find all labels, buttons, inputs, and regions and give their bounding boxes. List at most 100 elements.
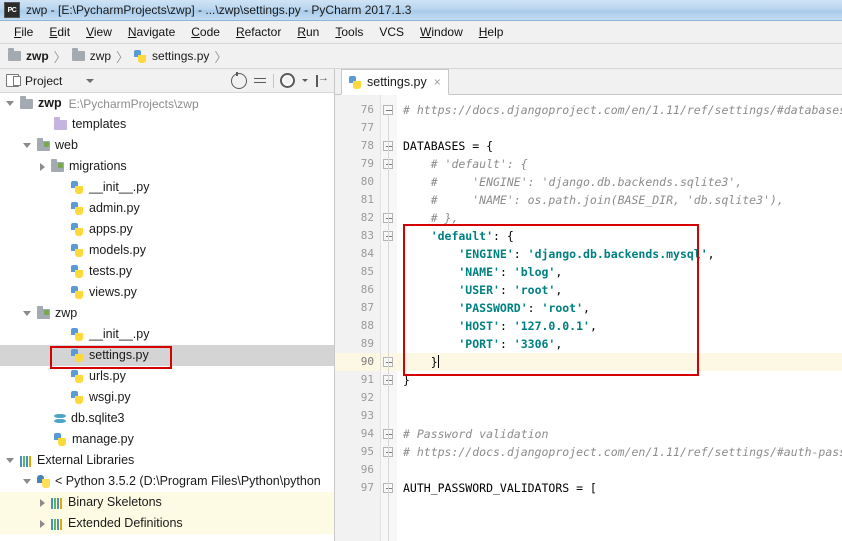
chevron-down-icon[interactable]: [6, 458, 14, 463]
menu-item-vcs[interactable]: VCS: [371, 23, 412, 41]
tree-item-label: admin.py: [89, 201, 140, 216]
menu-label: ools: [341, 25, 364, 39]
code-token: # Password validation: [403, 427, 549, 441]
python-file-icon: [349, 75, 362, 89]
tree-item-settings.py[interactable]: settings.py: [0, 345, 334, 366]
breadcrumb-item-zwp[interactable]: zwp: [8, 48, 49, 63]
tree-item-external-libraries[interactable]: External Libraries: [0, 450, 334, 471]
tree-item-db.sqlite3[interactable]: db.sqlite3: [0, 408, 334, 429]
editor-tab-settings-py[interactable]: settings.py ×: [341, 69, 449, 95]
chevron-right-icon[interactable]: [40, 162, 45, 171]
tree-item-zwp[interactable]: zwp E:\PycharmProjects\zwp: [0, 93, 334, 114]
fold-minus-icon[interactable]: [383, 213, 393, 223]
code-token: :: [499, 337, 514, 351]
tree-item-views.py[interactable]: views.py: [0, 282, 334, 303]
tree-item-label: web: [55, 138, 78, 153]
menu-item-refactor[interactable]: Refactor: [228, 23, 289, 41]
menu-item-edit[interactable]: Edit: [41, 23, 78, 41]
tree-item-icon: [54, 116, 67, 130]
menu-item-view[interactable]: View: [78, 23, 120, 41]
menu-item-run[interactable]: Run: [289, 23, 327, 41]
tree-arrow-placeholder: [57, 206, 65, 211]
tree-item-__init__.py[interactable]: __init__.py: [0, 324, 334, 345]
code-folding-strip[interactable]: [381, 95, 397, 541]
chevron-down-icon[interactable]: [86, 78, 95, 83]
tree-item-icon: [54, 413, 66, 425]
fold-minus-icon[interactable]: [383, 141, 393, 151]
code-editor[interactable]: 76 77 78 79 80 81 82 83 84 85 86 87 88 89 90 91 92 93 94 95…: [335, 95, 842, 541]
breadcrumb-label: settings.py: [152, 49, 210, 63]
chevron-down-icon[interactable]: [23, 479, 31, 484]
fold-minus-icon[interactable]: [383, 429, 393, 439]
menu-label: iew: [93, 25, 112, 39]
tree-item-path: E:\PycharmProjects\zwp: [68, 96, 199, 111]
project-view-icon[interactable]: [6, 74, 21, 87]
breadcrumb-item-zwp[interactable]: zwp: [71, 48, 111, 63]
tree-item-wsgi.py[interactable]: wsgi.py: [0, 387, 334, 408]
fold-row: [381, 281, 397, 299]
menu-item-navigate[interactable]: Navigate: [120, 23, 183, 41]
menu-item-code[interactable]: Code: [183, 23, 228, 41]
gear-chevron-down-icon[interactable]: [302, 79, 308, 82]
code-text-area[interactable]: # https://docs.djangoproject.com/en/1.11…: [397, 95, 842, 541]
fold-minus-icon[interactable]: [383, 375, 393, 385]
project-tool-window: Project zwp E:\PycharmProjects\zwp templat…: [0, 69, 335, 541]
fold-row: [381, 407, 397, 425]
breadcrumb-item-settings-py[interactable]: settings.py: [134, 49, 209, 63]
tree-item-migrations[interactable]: migrations: [0, 156, 334, 177]
collapse-all-icon[interactable]: [253, 74, 267, 88]
chevron-down-icon[interactable]: [23, 143, 31, 148]
tree-item-admin.py[interactable]: admin.py: [0, 198, 334, 219]
code-token: 'default': [403, 229, 494, 243]
fold-minus-icon[interactable]: [383, 231, 393, 241]
tree-item-models.py[interactable]: models.py: [0, 240, 334, 261]
menu-item-window[interactable]: Window: [412, 23, 471, 41]
tree-item-icon: [20, 455, 32, 467]
menu-item-tools[interactable]: Tools: [327, 23, 371, 41]
tree-item--python-3.5.2-d-program-files-python-python[interactable]: < Python 3.5.2 (D:\Program Files\Python\…: [0, 471, 334, 492]
tree-item-tests.py[interactable]: tests.py: [0, 261, 334, 282]
code-token: 'USER': [403, 283, 500, 297]
chevron-right-icon[interactable]: [40, 498, 45, 507]
close-icon[interactable]: ×: [434, 75, 441, 89]
chevron-down-icon[interactable]: [6, 101, 14, 106]
tree-item-web[interactable]: web: [0, 135, 334, 156]
project-tree[interactable]: zwp E:\PycharmProjects\zwp templates web mig…: [0, 93, 334, 541]
menu-mnemonic: V: [86, 25, 94, 39]
line-number: 82: [360, 211, 374, 224]
menu-label: elp: [487, 25, 504, 39]
fold-minus-icon[interactable]: [383, 447, 393, 457]
fold-minus-icon[interactable]: [383, 159, 393, 169]
python-file-icon: [71, 370, 84, 383]
python-file-icon: [71, 244, 84, 257]
menu-mnemonic: C: [191, 25, 200, 39]
chevron-down-icon[interactable]: [23, 311, 31, 316]
line-number: 91: [360, 373, 374, 386]
fold-minus-icon[interactable]: [383, 105, 393, 115]
tree-arrow-placeholder: [57, 248, 65, 253]
code-token: # 'ENGINE': 'django.db.backends.sqlite3'…: [403, 175, 743, 189]
hide-panel-icon[interactable]: [314, 72, 329, 88]
tree-item-__init__.py[interactable]: __init__.py: [0, 177, 334, 198]
tree-item-icon: [54, 433, 67, 446]
settings-gear-icon[interactable]: [280, 73, 295, 88]
tree-item-extended-definitions[interactable]: Extended Definitions: [0, 513, 334, 534]
fold-minus-icon[interactable]: [383, 357, 393, 367]
code-token: 'django.db.backends.mysql': [527, 247, 708, 261]
fold-minus-icon[interactable]: [383, 483, 393, 493]
tree-item-templates[interactable]: templates: [0, 114, 334, 135]
tree-item-urls.py[interactable]: urls.py: [0, 366, 334, 387]
code-token: : {: [493, 229, 514, 243]
tree-item-zwp[interactable]: zwp: [0, 303, 334, 324]
tree-item-binary-skeletons[interactable]: Binary Skeletons: [0, 492, 334, 513]
menu-item-help[interactable]: Help: [471, 23, 512, 41]
tree-item-manage.py[interactable]: manage.py: [0, 429, 334, 450]
tree-item-apps.py[interactable]: apps.py: [0, 219, 334, 240]
folder-violet-icon: [54, 116, 67, 130]
library-icon: [20, 455, 32, 467]
chevron-right-icon[interactable]: [40, 519, 45, 528]
code-token: ,: [707, 247, 715, 261]
menu-item-file[interactable]: File: [6, 23, 41, 41]
locate-target-icon[interactable]: [231, 71, 247, 89]
code-token: # 'NAME': os.path.join(BASE_DIR, 'db.sql…: [403, 193, 784, 207]
